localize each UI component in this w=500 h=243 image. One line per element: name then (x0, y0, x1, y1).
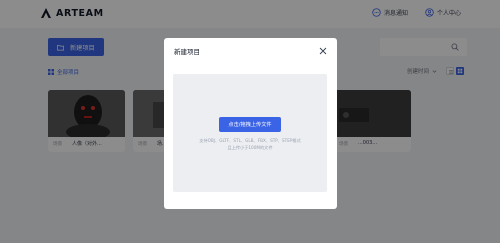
upload-size-hint: 且上传小于100M的文件 (227, 145, 273, 150)
close-button[interactable] (319, 47, 327, 55)
dialog-title: 新建项目 (174, 48, 200, 56)
upload-format-hint: 支持OBJ、GLTF、STL、GLB、FBX、STP、STEP格式 (199, 138, 301, 143)
upload-dropzone[interactable]: 点击/拖拽上传文件 支持OBJ、GLTF、STL、GLB、FBX、STP、STE… (173, 74, 327, 192)
close-icon (319, 47, 327, 55)
upload-button[interactable]: 点击/拖拽上传文件 (219, 117, 281, 132)
new-project-dialog: 新建项目 点击/拖拽上传文件 支持OBJ、GLTF、STL、GLB、FBX、ST… (164, 38, 337, 209)
